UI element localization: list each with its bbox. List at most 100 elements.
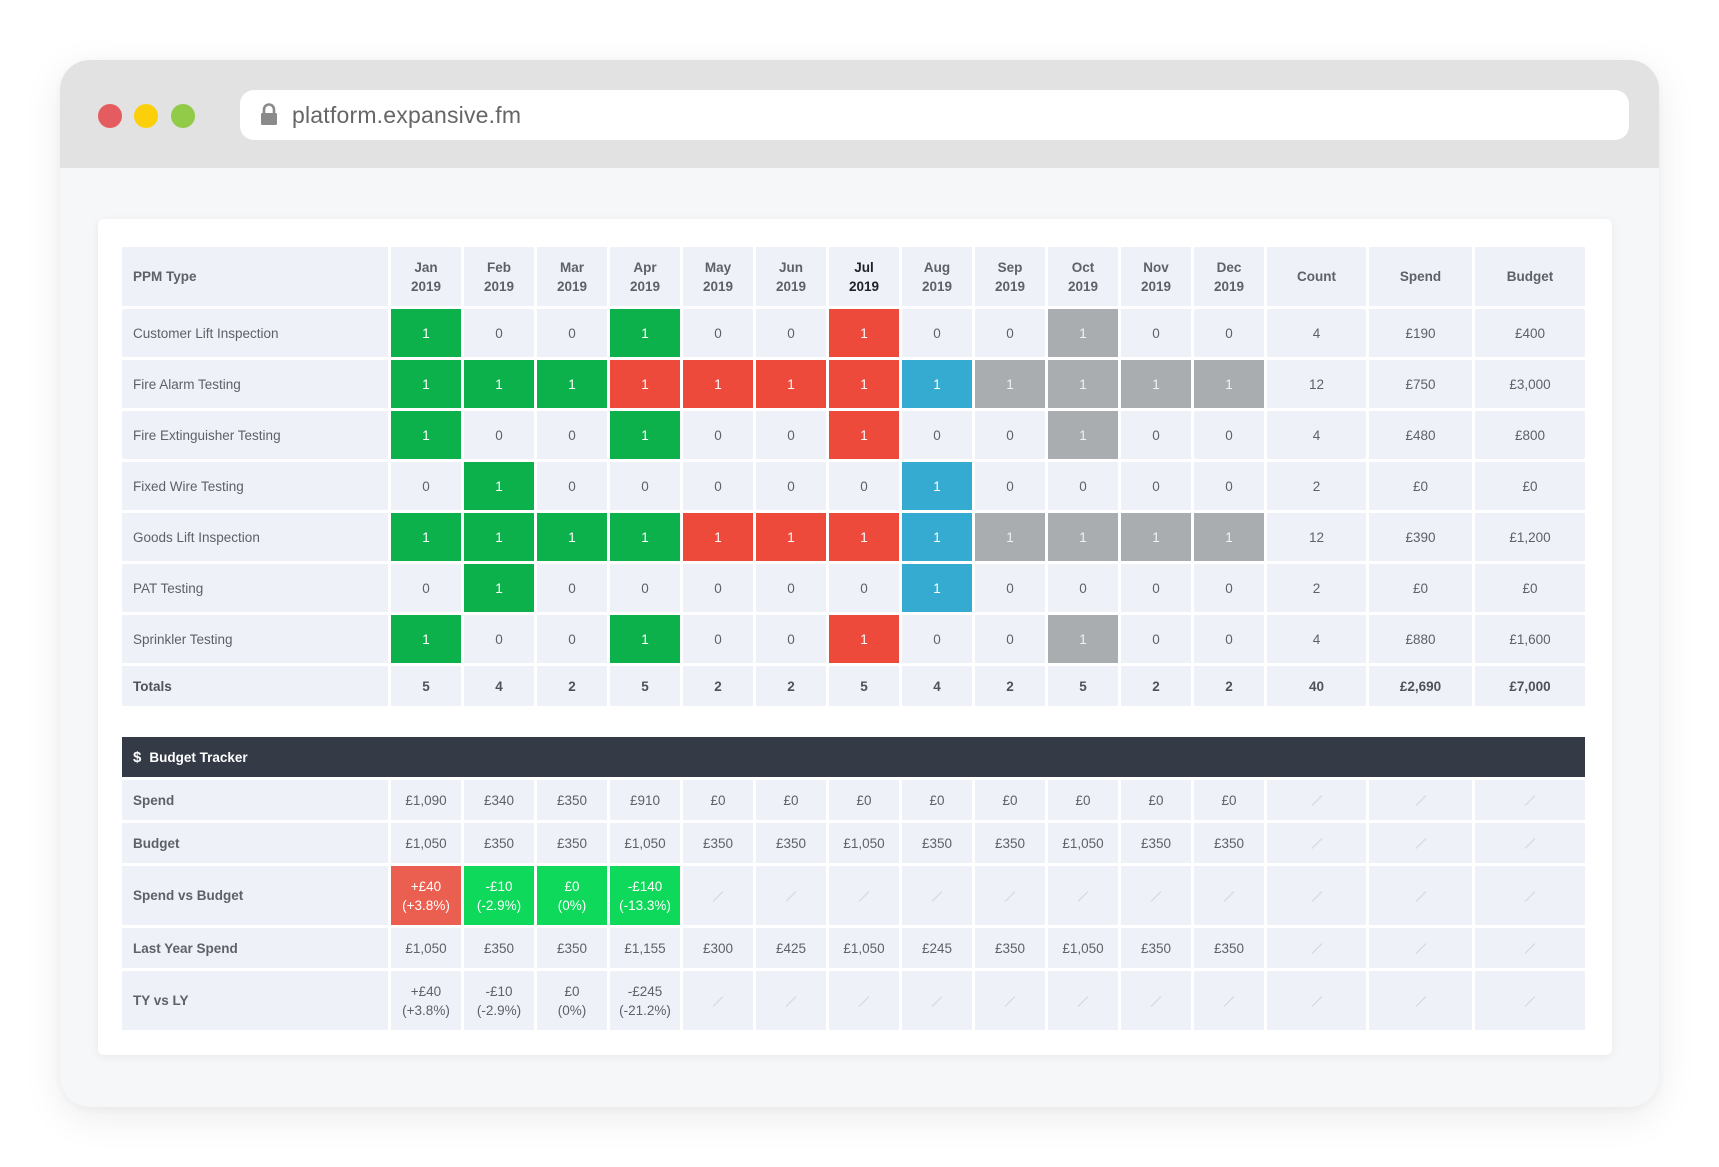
empty-cell: [1194, 971, 1264, 1030]
column-header-may[interactable]: May 2019: [683, 247, 753, 306]
schedule-cell[interactable]: 1: [902, 360, 972, 408]
schedule-cell[interactable]: 1: [1048, 513, 1118, 561]
schedule-cell[interactable]: 1: [683, 360, 753, 408]
schedule-cell[interactable]: 1: [902, 462, 972, 510]
schedule-cell[interactable]: 1: [391, 513, 461, 561]
ppm-totals-row: Totals 5 4 2 5 2 2 5 4 2 5 2 2 40 £2,690 £7,000: [122, 666, 1585, 706]
schedule-cell[interactable]: 1: [537, 360, 607, 408]
schedule-cell: 0: [756, 564, 826, 612]
empty-slash-icon: [712, 891, 724, 902]
schedule-cell: 0: [1121, 462, 1191, 510]
column-header-aug[interactable]: Aug 2019: [902, 247, 972, 306]
column-header-jan[interactable]: Jan 2019: [391, 247, 461, 306]
ppm-type-name[interactable]: Customer Lift Inspection: [122, 309, 388, 357]
column-header-jun[interactable]: Jun 2019: [756, 247, 826, 306]
schedule-cell[interactable]: 1: [610, 360, 680, 408]
ppm-type-name[interactable]: Fixed Wire Testing: [122, 462, 388, 510]
schedule-cell[interactable]: 1: [756, 360, 826, 408]
ppm-type-name[interactable]: Sprinkler Testing: [122, 615, 388, 663]
ppm-type-name[interactable]: PAT Testing: [122, 564, 388, 612]
schedule-cell: 0: [391, 564, 461, 612]
column-header-dec[interactable]: Dec 2019: [1194, 247, 1264, 306]
schedule-cell[interactable]: 1: [1194, 360, 1264, 408]
column-header-mar[interactable]: Mar 2019: [537, 247, 607, 306]
ppm-row: Goods Lift Inspection 1 1 1 1 1 1 1 1 1 1 1 1 12 £390 £…: [122, 513, 1585, 561]
total-count-cell: 40: [1267, 666, 1366, 706]
schedule-cell[interactable]: 1: [1048, 615, 1118, 663]
column-header-nov[interactable]: Nov 2019: [1121, 247, 1191, 306]
schedule-cell[interactable]: 1: [610, 615, 680, 663]
budget-cell: £0: [1475, 462, 1585, 510]
schedule-cell[interactable]: 1: [1048, 309, 1118, 357]
column-header-feb[interactable]: Feb 2019: [464, 247, 534, 306]
column-header-sep[interactable]: Sep 2019: [975, 247, 1045, 306]
budget-value-cell: £350: [975, 823, 1045, 863]
schedule-cell[interactable]: 1: [537, 513, 607, 561]
schedule-cell[interactable]: 1: [683, 513, 753, 561]
column-header-count[interactable]: Count: [1267, 247, 1366, 306]
schedule-cell: 0: [610, 462, 680, 510]
schedule-cell[interactable]: 1: [1121, 513, 1191, 561]
schedule-cell[interactable]: 1: [464, 360, 534, 408]
schedule-cell[interactable]: 1: [1194, 513, 1264, 561]
schedule-cell[interactable]: 1: [464, 564, 534, 612]
empty-cell: [1267, 823, 1366, 863]
schedule-cell[interactable]: 1: [464, 462, 534, 510]
month-label: Jan: [414, 259, 438, 275]
budget-cell: £800: [1475, 411, 1585, 459]
schedule-cell[interactable]: 1: [610, 309, 680, 357]
schedule-cell: 0: [829, 462, 899, 510]
schedule-cell[interactable]: 1: [610, 513, 680, 561]
schedule-cell[interactable]: 1: [975, 513, 1045, 561]
empty-slash-icon: [1150, 891, 1162, 902]
budget-value-cell: £350: [902, 823, 972, 863]
budget-value-cell: £350: [1194, 928, 1264, 968]
schedule-cell[interactable]: 1: [391, 360, 461, 408]
schedule-cell: 0: [391, 462, 461, 510]
schedule-cell[interactable]: 1: [975, 360, 1045, 408]
address-bar[interactable]: platform.expansive.fm: [240, 90, 1629, 140]
month-total-cell: 2: [975, 666, 1045, 706]
schedule-cell[interactable]: 1: [464, 513, 534, 561]
budget-value-cell: £0: [1048, 780, 1118, 820]
schedule-cell[interactable]: 1: [391, 309, 461, 357]
budget-tracker-title: Budget Tracker: [149, 749, 248, 765]
schedule-cell[interactable]: 1: [756, 513, 826, 561]
empty-cell: [1194, 866, 1264, 925]
column-header-oct[interactable]: Oct 2019: [1048, 247, 1118, 306]
schedule-cell[interactable]: 1: [829, 615, 899, 663]
ppm-type-name[interactable]: Goods Lift Inspection: [122, 513, 388, 561]
column-header-budget[interactable]: Budget: [1475, 247, 1585, 306]
schedule-cell[interactable]: 1: [829, 360, 899, 408]
schedule-cell[interactable]: 1: [829, 411, 899, 459]
budget-row-spend: Spend £1,090 £340 £350 £910 £0 £0 £0 £0 £0 £0 £0 £0: [122, 780, 1586, 820]
column-header-apr[interactable]: Apr 2019: [610, 247, 680, 306]
maximize-window-button[interactable]: [171, 104, 195, 128]
schedule-cell[interactable]: 1: [902, 513, 972, 561]
column-header-ppm-type[interactable]: PPM Type: [122, 247, 388, 306]
schedule-cell[interactable]: 1: [1048, 411, 1118, 459]
spend-cell: £750: [1369, 360, 1472, 408]
month-total-cell: 4: [464, 666, 534, 706]
schedule-cell[interactable]: 1: [1121, 360, 1191, 408]
schedule-cell[interactable]: 1: [829, 513, 899, 561]
schedule-cell[interactable]: 1: [610, 411, 680, 459]
minimize-window-button[interactable]: [134, 104, 158, 128]
column-header-spend[interactable]: Spend: [1369, 247, 1472, 306]
empty-cell: [1475, 780, 1586, 820]
schedule-cell: 0: [756, 615, 826, 663]
ppm-type-name[interactable]: Fire Extinguisher Testing: [122, 411, 388, 459]
schedule-cell[interactable]: 1: [902, 564, 972, 612]
year-label: 2019: [556, 278, 588, 294]
column-header-jul[interactable]: Jul 2019: [829, 247, 899, 306]
schedule-cell: 0: [975, 564, 1045, 612]
schedule-cell[interactable]: 1: [391, 411, 461, 459]
close-window-button[interactable]: [98, 104, 122, 128]
budget-tracker-header: $ Budget Tracker: [122, 737, 1586, 777]
ppm-type-name[interactable]: Fire Alarm Testing: [122, 360, 388, 408]
schedule-cell[interactable]: 1: [391, 615, 461, 663]
schedule-cell[interactable]: 1: [829, 309, 899, 357]
url-text[interactable]: platform.expansive.fm: [292, 102, 521, 129]
schedule-cell: 0: [902, 309, 972, 357]
schedule-cell[interactable]: 1: [1048, 360, 1118, 408]
